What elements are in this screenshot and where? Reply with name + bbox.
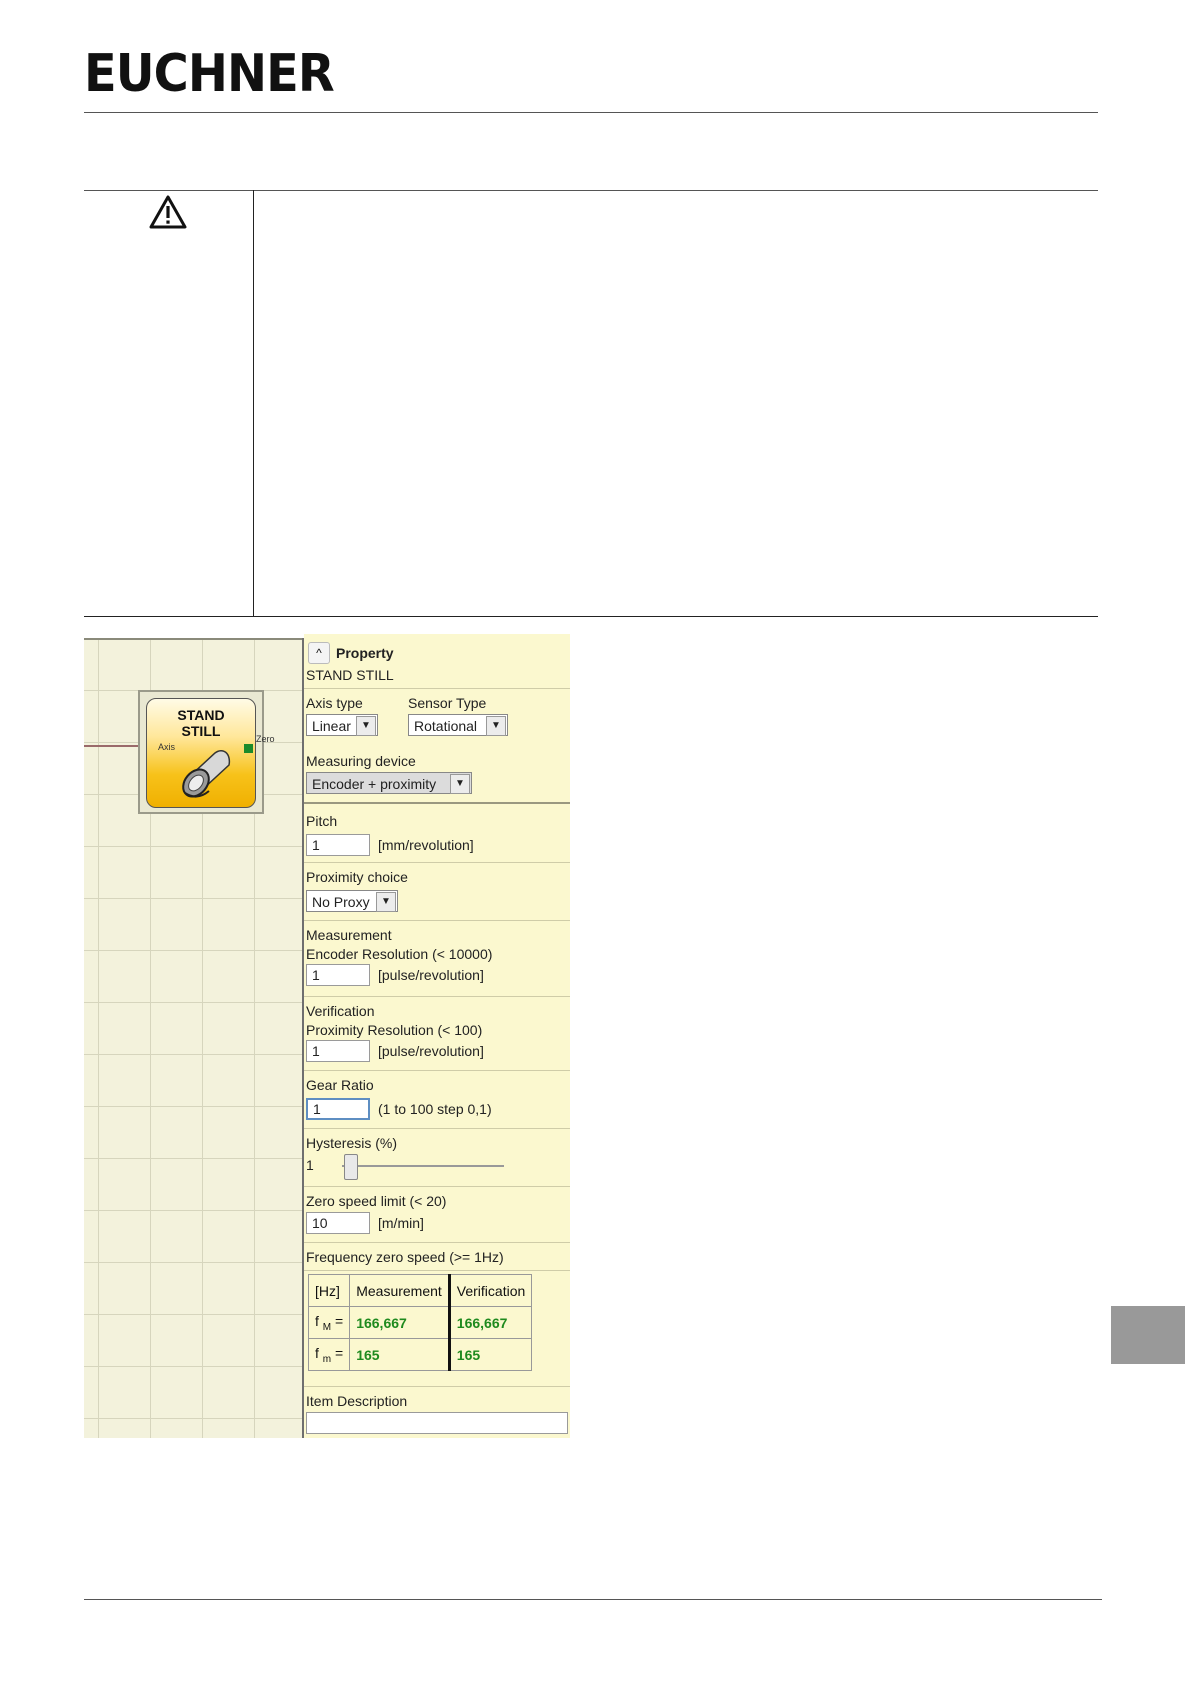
proximity-choice-select[interactable]: No Proxy ▼ [306, 890, 398, 912]
pitch-unit: [mm/revolution] [378, 837, 474, 853]
frequency-zero-speed-label: Frequency zero speed (>= 1Hz) [306, 1249, 504, 1265]
table-row: f M = 166,667 166,667 [307, 1306, 533, 1339]
warning-table-column-divider [253, 190, 254, 616]
table-header-verification: Verification [447, 1274, 533, 1307]
gear-ratio-input[interactable]: 1 [306, 1098, 370, 1120]
fm-measurement-value: 165 [349, 1338, 450, 1371]
property-separator [304, 1270, 570, 1271]
software-screenshot: STAND STILL Axis Zero ^ Property STAND S… [84, 634, 570, 1438]
frequency-table: [Hz] Measurement Verification f M = 166,… [307, 1274, 533, 1371]
proximity-choice-label: Proximity choice [306, 869, 408, 885]
proximity-resolution-unit: [pulse/revolution] [378, 1043, 484, 1059]
property-separator [304, 688, 570, 689]
stand-still-block-title: STAND STILL [147, 707, 255, 739]
equals-sign: = [335, 1312, 344, 1329]
f-subscript: m [322, 1353, 332, 1365]
pitch-input[interactable]: 1 [306, 834, 370, 856]
gear-ratio-range: (1 to 100 step 0,1) [378, 1101, 492, 1117]
axis-type-select[interactable]: Linear ▼ [306, 714, 378, 736]
warning-triangle-icon [149, 195, 187, 229]
chevron-down-icon[interactable]: ▼ [376, 892, 396, 912]
chevron-down-icon[interactable]: ▼ [450, 774, 470, 794]
euchner-logo: EUCHNER [84, 44, 335, 104]
verification-label: Verification [306, 1003, 375, 1019]
gear-ratio-label: Gear Ratio [306, 1077, 374, 1093]
item-description-label: Item Description [306, 1393, 408, 1409]
zero-speed-limit-label: Zero speed limit (< 20) [306, 1193, 447, 1209]
header-rule [84, 112, 1098, 113]
f-symbol: f [315, 1312, 319, 1329]
hysteresis-slider-track[interactable] [342, 1165, 504, 1167]
property-separator [304, 1070, 570, 1071]
frequency-symbol-fM: f M = [307, 1306, 351, 1339]
collapse-chevron-up-icon[interactable]: ^ [308, 642, 330, 664]
chevron-down-icon[interactable]: ▼ [356, 716, 376, 736]
sensor-type-label: Sensor Type [408, 695, 487, 711]
property-separator [304, 1186, 570, 1187]
table-header-unit: [Hz] [307, 1274, 351, 1307]
table-row: f m = 165 165 [307, 1338, 533, 1371]
rotating-shaft-icon [182, 750, 231, 798]
encoder-resolution-unit: [pulse/revolution] [378, 967, 484, 983]
table-header-measurement: Measurement [349, 1274, 450, 1307]
property-separator [304, 802, 570, 804]
hysteresis-slider-thumb[interactable] [343, 1154, 358, 1180]
property-item-name: STAND STILL [306, 667, 394, 683]
block-title-line2: STILL [181, 723, 221, 739]
chapter-side-tab [1111, 1306, 1185, 1364]
stand-still-block-body: STAND STILL [146, 698, 256, 808]
zero-speed-limit-unit: [m/min] [378, 1215, 424, 1231]
f-subscript: M [322, 1321, 332, 1333]
pitch-label: Pitch [306, 813, 338, 829]
zero-output-label: Zero [256, 734, 275, 744]
sensor-type-select[interactable]: Rotational ▼ [408, 714, 508, 736]
axis-input-label: Axis [158, 742, 176, 752]
warning-table-top-rule [84, 190, 1098, 191]
measuring-device-label: Measuring device [306, 753, 416, 769]
encoder-resolution-input[interactable]: 1 [306, 964, 370, 986]
property-separator [304, 1242, 570, 1243]
axis-type-value: Linear [312, 718, 351, 734]
fM-measurement-value: 166,667 [349, 1306, 450, 1339]
fM-verification-value: 166,667 [447, 1306, 533, 1339]
property-separator [304, 1386, 570, 1387]
item-description-input[interactable] [306, 1412, 568, 1434]
hysteresis-label: Hysteresis (%) [306, 1135, 398, 1151]
equals-sign: = [335, 1344, 344, 1361]
proximity-resolution-input[interactable]: 1 [306, 1040, 370, 1062]
measuring-device-select[interactable]: Encoder + proximity ▼ [306, 772, 472, 794]
frequency-table-wrap: [Hz] Measurement Verification f M = 166,… [306, 1274, 570, 1374]
property-separator [304, 862, 570, 863]
sensor-type-value: Rotational [414, 718, 478, 734]
table-row: [Hz] Measurement Verification [307, 1274, 533, 1307]
property-separator [304, 1128, 570, 1129]
block-title-line1: STAND [177, 707, 225, 723]
proximity-resolution-label: Proximity Resolution (< 100) [306, 1022, 483, 1038]
measuring-device-value: Encoder + proximity [312, 776, 437, 792]
zero-speed-limit-input[interactable]: 10 [306, 1212, 370, 1234]
proximity-choice-value: No Proxy [312, 894, 370, 910]
frequency-symbol-fm: f m = [307, 1338, 351, 1371]
chevron-down-icon[interactable]: ▼ [486, 716, 506, 736]
encoder-resolution-label: Encoder Resolution (< 10000) [306, 946, 493, 962]
measurement-label: Measurement [306, 927, 392, 943]
property-separator [304, 996, 570, 997]
footer-rule [84, 1599, 1102, 1600]
property-header: Property [336, 645, 394, 661]
axis-input-wire [84, 745, 146, 747]
property-panel: ^ Property STAND STILL Axis type Linear … [304, 634, 570, 1438]
f-symbol: f [315, 1344, 319, 1361]
fm-verification-value: 165 [447, 1338, 533, 1371]
zero-output-port[interactable] [244, 744, 253, 753]
warning-table-bottom-rule [84, 616, 1098, 617]
property-separator [304, 920, 570, 921]
canvas-top-border [84, 638, 302, 640]
